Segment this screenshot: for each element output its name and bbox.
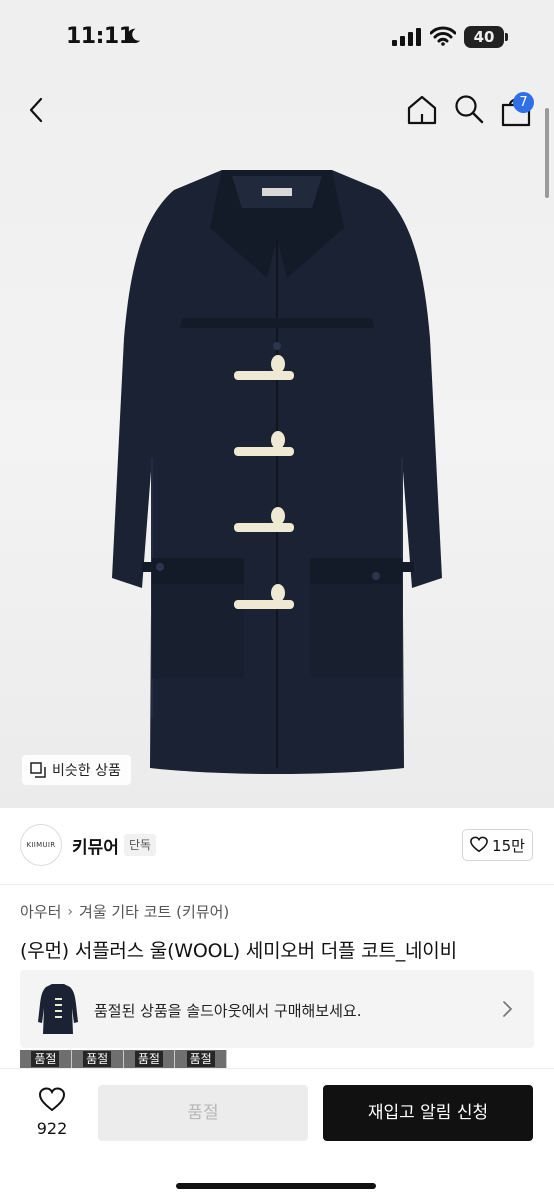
brand-row: KIIMUIR 키뮤어 단독 15만 xyxy=(0,808,554,884)
status-bar: 11:11 40 xyxy=(0,0,554,78)
similar-products-button[interactable]: 비슷한 상품 xyxy=(22,755,131,785)
product-image-area[interactable]: 7 비슷한 상품 xyxy=(0,78,554,808)
similar-products-label: 비슷한 상품 xyxy=(52,763,121,779)
cellular-signal-icon xyxy=(392,28,421,46)
brand-like-button[interactable]: 15만 xyxy=(462,829,533,861)
home-indicator[interactable] xyxy=(176,1183,376,1189)
option-thumbnail[interactable]: 품절 xyxy=(20,1050,72,1068)
soldout-button: 품절 xyxy=(98,1085,308,1141)
option-thumbnail[interactable]: 품절 xyxy=(175,1050,227,1068)
soldout-label: 품절 xyxy=(186,1051,215,1067)
battery-indicator: 40 xyxy=(464,26,504,48)
bottom-action-bar: 922 품절 재입고 알림 신청 xyxy=(0,1068,554,1200)
option-thumbnail[interactable]: 품절 xyxy=(71,1050,124,1068)
restock-alert-button[interactable]: 재입고 알림 신청 xyxy=(323,1085,533,1141)
moon-icon xyxy=(127,28,141,44)
home-icon[interactable] xyxy=(404,92,440,128)
divider xyxy=(0,884,554,885)
brand-like-count: 15만 xyxy=(492,836,525,855)
soldout-label: 품절 xyxy=(83,1051,112,1067)
coat-thumbnail xyxy=(38,984,78,1034)
chevron-right-icon: › xyxy=(67,903,74,920)
brand-logo[interactable]: KIIMUIR xyxy=(20,824,62,866)
option-thumbnail[interactable]: 품절 xyxy=(123,1050,176,1068)
heart-icon xyxy=(38,1087,66,1112)
exclusive-tag: 단독 xyxy=(124,834,157,856)
brand-name[interactable]: 키뮤어 xyxy=(72,833,119,858)
soldout-label: 품절 xyxy=(31,1051,60,1067)
wishlist-count: 922 xyxy=(36,1119,68,1138)
product-photo-coat xyxy=(112,170,442,774)
breadcrumb: 아우터 › 겨울 기타 코트 (키뮤어) xyxy=(20,901,229,922)
product-title: (우먼) 서플러스 울(WOOL) 세미오버 더플 코트_네이비 xyxy=(20,940,457,962)
search-icon[interactable] xyxy=(452,92,486,126)
scrollbar[interactable] xyxy=(545,108,549,198)
battery-cap xyxy=(505,33,508,41)
back-chevron-icon[interactable] xyxy=(22,95,52,125)
breadcrumb-item[interactable]: 아우터 xyxy=(20,901,61,922)
soldout-label: 품절 xyxy=(134,1051,163,1067)
similar-items-icon xyxy=(30,762,46,778)
breadcrumb-item[interactable]: 겨울 기타 코트 (키뮤어) xyxy=(79,901,229,922)
soldout-banner[interactable]: 품절된 상품을 솔드아웃에서 구매해보세요. xyxy=(20,970,534,1048)
chevron-right-icon xyxy=(503,1001,513,1017)
option-thumbnail-strip: 품절 품절 품절 품절 xyxy=(20,1050,227,1068)
cart-count-badge: 7 xyxy=(513,92,534,113)
wishlist-button[interactable]: 922 xyxy=(30,1087,74,1138)
heart-icon xyxy=(470,836,488,853)
wifi-icon xyxy=(430,26,456,46)
soldout-banner-text: 품절된 상품을 솔드아웃에서 구매해보세요. xyxy=(94,1002,362,1020)
